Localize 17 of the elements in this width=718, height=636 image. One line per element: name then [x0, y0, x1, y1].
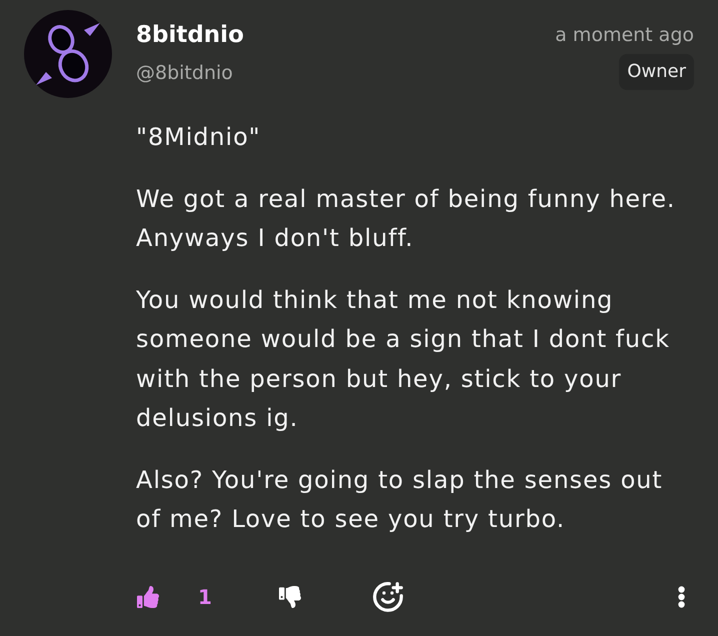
author-name[interactable]: 8bitdnio — [136, 20, 244, 50]
dislike-button[interactable] — [278, 586, 302, 608]
timestamp: a moment ago — [555, 23, 694, 48]
comment-paragraph: You would think that me not knowing someone would be a sign that I dont fuck with the person but hey, stick to your delusions ig. — [136, 284, 671, 434]
thumbs-down-icon — [278, 586, 302, 608]
owner-badge: Owner — [619, 54, 694, 90]
more-options-button[interactable] — [676, 584, 687, 610]
avatar-icon — [24, 10, 112, 98]
comment-paragraph: "8Midnio" — [136, 122, 262, 153]
smiley-plus-icon — [372, 580, 404, 612]
comment-paragraph: Also? You're going to slap the senses out of me? Love to see you try turbo. — [136, 464, 664, 535]
more-icon — [678, 586, 685, 608]
like-button[interactable]: 1 — [136, 582, 212, 612]
thumbs-up-icon — [136, 586, 160, 608]
author-handle: @8bitdnio — [136, 61, 234, 86]
comment-paragraph: We got a real master of being funny here. Anyways I don't bluff. — [136, 184, 676, 254]
add-reaction-button[interactable] — [372, 580, 404, 612]
